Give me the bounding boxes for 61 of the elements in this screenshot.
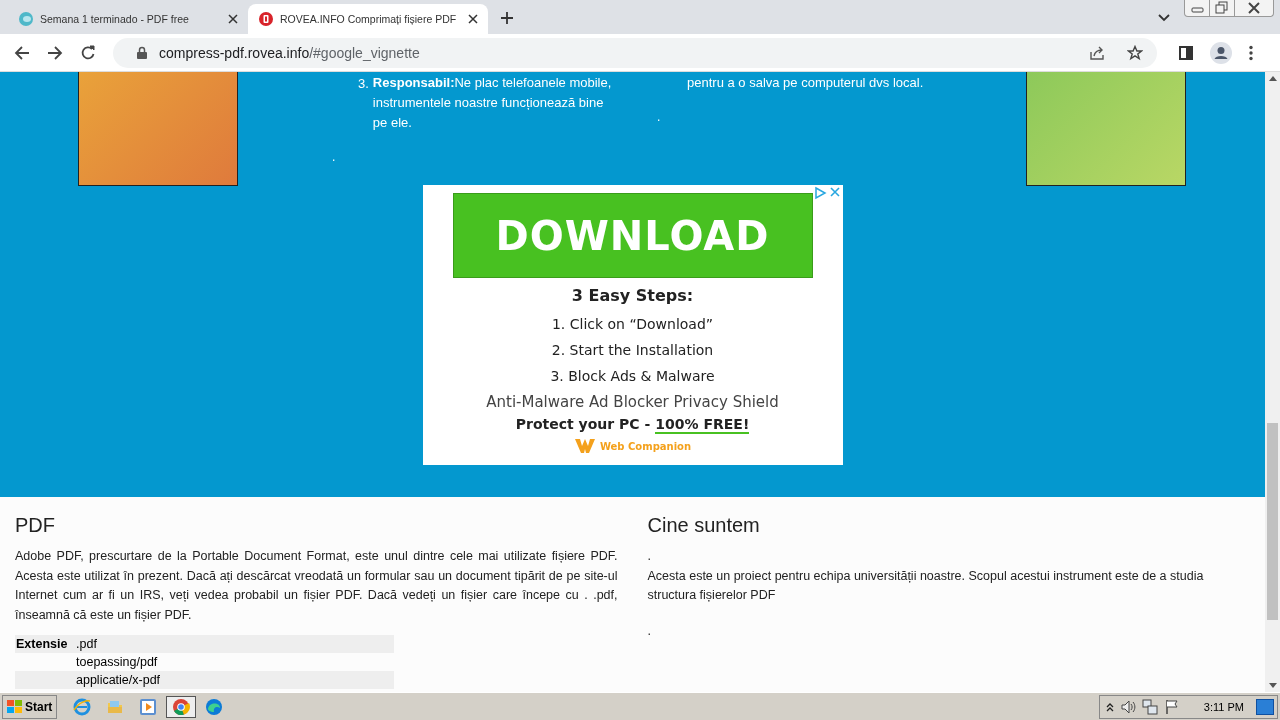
clock-text: 3:11 PM (1203, 700, 1244, 713)
star-icon[interactable] (1127, 44, 1143, 61)
lock-icon (137, 46, 147, 59)
step-text: 3. Block Ads & Malware (550, 367, 715, 386)
table-header-cell-text: Extensie (15, 636, 69, 653)
feature-text: Responsabil:Ne plac telefoanele mobile, instrumentele noastre funcționează bine pe ele. (372, 74, 613, 132)
list-number: 3. (358, 76, 369, 93)
scroll-thumb[interactable] (1267, 423, 1278, 620)
paragraph: Adobe PDF, prescurtare de la Portable Document Format, este unul dintre cele mai utilizate fișiere PDF. Acesta este utilizat în prezent. Dacă ați descărcat vreodată un formular sau un document tipărit de pe site-ul Internet cum ar fi un IRS, veți vedea probabil un fișier PDF. Dacă vedeți un fișier care începe cu . .pdf, înseamnă că este un fișier PDF. (15, 548, 618, 624)
speaker-icon[interactable] (1119, 698, 1136, 715)
globe-icon (18, 11, 34, 27)
table-cell-text: applicatie/x-pdf (76, 672, 161, 689)
back-icon[interactable] (14, 44, 30, 61)
paragraph: Acesta este un proiect pentru echipa universității noastre. Scopul acestui instrument este de a studia structura fișierelor PDF (647, 567, 1205, 604)
browser-tab[interactable]: Semana 1 terminado - PDF free (8, 4, 248, 34)
side-panel-icon[interactable] (1179, 45, 1193, 60)
dot-text: . (657, 110, 661, 124)
note-text: pentru a o salva pe computerul dvs local. (687, 75, 925, 90)
url-text: compress-pdf.rovea.info/#google_vignette (159, 44, 420, 61)
table-cell-text: toepassing/pdf (76, 654, 158, 671)
offer-highlight: 100% FREE! (655, 416, 750, 434)
step-text: 2. Start the Installation (551, 341, 714, 360)
table-cell-text: .pdf (76, 636, 97, 653)
chrome-icon (172, 697, 191, 716)
close-icon[interactable] (228, 14, 238, 24)
paragraph: . (647, 622, 652, 640)
w-logo-icon (573, 438, 596, 454)
site-logo-icon (258, 11, 274, 27)
brand-text: Web Companion (599, 440, 692, 452)
chevron-down-icon[interactable] (1158, 14, 1170, 22)
windows-logo-icon (7, 699, 23, 714)
reload-icon[interactable] (80, 44, 96, 61)
wave-icon (205, 697, 224, 716)
chevron-up-icon[interactable] (1105, 701, 1114, 712)
offer-text: Protect your PC - (515, 416, 651, 434)
section-heading: Cine suntem (647, 514, 761, 537)
section-heading: PDF (15, 514, 56, 537)
scroll-up-icon[interactable] (1268, 76, 1277, 81)
forward-icon[interactable] (47, 44, 63, 61)
play-icon (139, 697, 158, 716)
step-text: 1. Click on “Download” (551, 315, 714, 334)
scroll-down-icon[interactable] (1268, 683, 1277, 688)
browser-e-icon (73, 697, 92, 716)
menu-icon[interactable] (1249, 44, 1253, 61)
dot-text: . (332, 150, 336, 164)
start-button[interactable]: Start (2, 694, 58, 719)
browser-tab[interactable]: ROVEA.INFO Comprimați fișiere PDF (248, 4, 488, 34)
profile-icon[interactable] (1210, 41, 1232, 64)
address-bar[interactable]: compress-pdf.rovea.info/#google_vignette (113, 37, 1157, 68)
close-icon[interactable] (468, 14, 478, 24)
ad-heading: 3 Easy Steps: (571, 286, 694, 305)
paragraph: . (647, 548, 652, 565)
taskbar-app[interactable] (166, 695, 197, 718)
tagline-text: Anti-Malware Ad Blocker Privacy Shield (486, 393, 779, 411)
ad-banner[interactable]: DOWNLOAD 3 Easy Steps: 1. Click on “Download” 2. Start the Installation 3. Block Ads & Malware Anti-Malware Ad Blocker Privacy Shield Protect your PC - 100% FREE! Web Companion (422, 185, 843, 465)
ad-info-icon[interactable] (812, 186, 827, 200)
flag-icon[interactable] (1163, 698, 1180, 715)
network-icon[interactable] (1141, 698, 1158, 715)
new-tab-icon[interactable] (500, 11, 514, 25)
share-icon[interactable] (1089, 44, 1105, 61)
show-desktop-button[interactable] (1256, 698, 1274, 715)
